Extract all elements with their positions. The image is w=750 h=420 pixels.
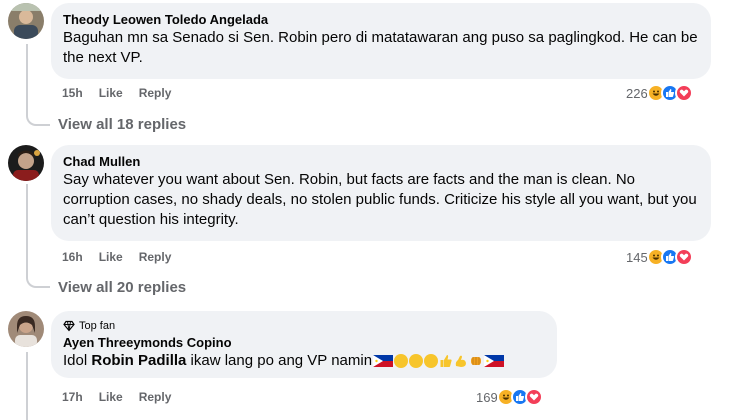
mentioned-name[interactable]: Robin Padilla <box>91 352 186 369</box>
avatar[interactable] <box>8 3 44 39</box>
text-part: Idol <box>63 352 92 369</box>
reaction-count: 169 <box>476 389 498 405</box>
smirk-face-icon <box>424 354 439 369</box>
comment-author[interactable]: Theody Leowen Toledo Angelada <box>63 11 699 28</box>
thumbs-up-emoji-icon <box>440 355 452 368</box>
comment-author[interactable]: Ayen Threeymonds Copino <box>63 334 545 351</box>
thread-line <box>26 184 28 268</box>
fist-icon <box>471 357 482 366</box>
comment-bubble: Chad Mullen Say whatever you want about … <box>51 145 711 241</box>
avatar[interactable] <box>8 311 44 347</box>
thread-line <box>26 352 28 420</box>
love-icon <box>674 84 693 102</box>
comment-text: Say whatever you want about Sen. Robin, … <box>63 171 697 228</box>
comment-text: Baguhan mn sa Senado si Sen. Robin pero … <box>63 29 698 66</box>
smirk-face-icon <box>409 354 424 369</box>
thread-elbow <box>26 104 50 126</box>
like-button[interactable]: Like <box>99 250 123 264</box>
like-button[interactable]: Like <box>99 390 123 404</box>
comment-time[interactable]: 17h <box>62 390 83 404</box>
reply-button[interactable]: Reply <box>139 86 172 100</box>
comment-actions: 17h Like Reply <box>62 390 171 404</box>
comment-time[interactable]: 15h <box>62 86 83 100</box>
comment-text: Idol Robin Padilla ikaw lang po ang VP n… <box>63 351 545 371</box>
comment-time[interactable]: 16h <box>62 250 83 264</box>
comment-bubble: Top fan Ayen Threeymonds Copino Idol Rob… <box>51 311 557 378</box>
comment-actions: 15h Like Reply <box>62 86 171 100</box>
comment-author[interactable]: Chad Mullen <box>63 153 699 170</box>
view-replies-link[interactable]: View all 20 replies <box>58 279 186 296</box>
smirk-face-icon <box>394 354 409 369</box>
love-icon <box>524 388 543 406</box>
view-replies-link[interactable]: View all 18 replies <box>58 116 186 133</box>
love-icon <box>674 248 693 266</box>
philippine-flag-icon <box>484 355 505 368</box>
reaction-summary[interactable]: 145 <box>626 248 693 266</box>
reaction-summary[interactable]: 169 <box>476 388 543 406</box>
thread-line <box>26 44 28 106</box>
badge-label: Top fan <box>79 320 116 332</box>
philippine-flag-icon <box>373 355 394 368</box>
thread-elbow <box>26 266 50 288</box>
comment-bubble: Theody Leowen Toledo Angelada Baguhan mn… <box>51 3 711 79</box>
flexed-biceps-icon <box>455 355 467 368</box>
diamond-icon <box>63 320 75 332</box>
reaction-summary[interactable]: 226 <box>626 84 693 102</box>
emoji-row <box>373 354 505 369</box>
reply-button[interactable]: Reply <box>139 250 172 264</box>
avatar[interactable] <box>8 145 44 181</box>
text-part: ikaw lang po ang VP namin <box>186 352 373 369</box>
comment-actions: 16h Like Reply <box>62 250 171 264</box>
reaction-count: 145 <box>626 249 648 265</box>
like-button[interactable]: Like <box>99 86 123 100</box>
reply-button[interactable]: Reply <box>139 390 172 404</box>
reaction-count: 226 <box>626 85 648 101</box>
top-fan-badge: Top fan <box>63 319 545 333</box>
